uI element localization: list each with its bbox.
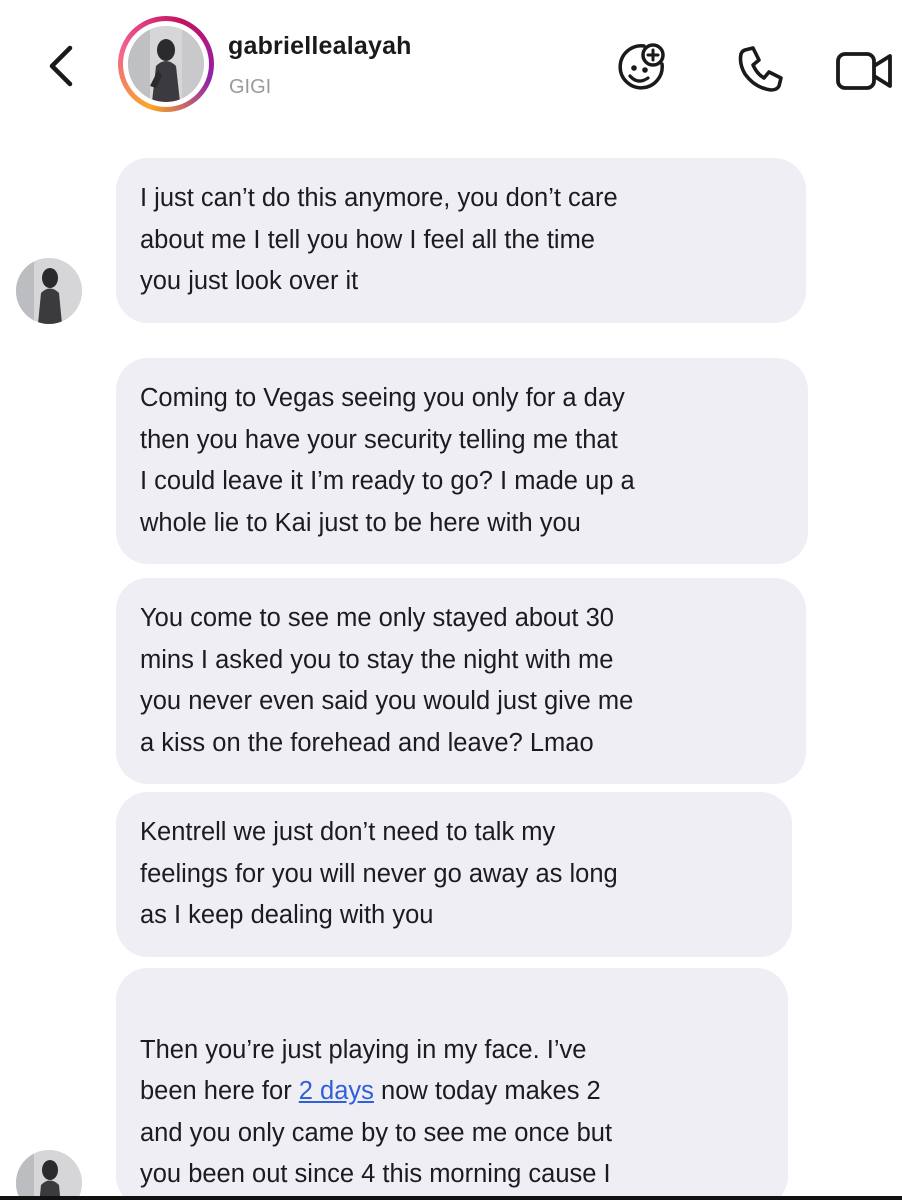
contact-username[interactable]: gabriellealayah [228, 32, 412, 61]
chat-header: gabriellealayah GIGI [0, 0, 902, 130]
message-bubble[interactable]: Then you’re just playing in my face. I’v… [116, 968, 788, 1196]
voice-call-button[interactable] [733, 42, 787, 96]
profile-avatar-story-ring[interactable] [118, 16, 214, 112]
dm-thread-screen: gabriellealayah GIGI I just can’t do thi… [0, 0, 902, 1196]
message-bubble[interactable]: You come to see me only stayed about 30 … [116, 578, 806, 784]
sticker-button[interactable] [614, 40, 668, 94]
contact-display-name: GIGI [229, 76, 272, 98]
message-bubble[interactable]: Coming to Vegas seeing you only for a da… [116, 358, 808, 564]
message-link[interactable]: 2 days [299, 1077, 374, 1105]
avatar [128, 26, 204, 102]
bottom-divider [0, 1196, 902, 1200]
video-call-button[interactable] [834, 44, 896, 98]
message-thread[interactable]: I just can’t do this anymore, you don’t … [0, 130, 902, 1196]
sticker-add-icon [618, 43, 665, 90]
chevron-left-icon [49, 45, 73, 87]
back-button[interactable] [40, 38, 84, 94]
sender-avatar[interactable] [16, 258, 82, 324]
video-camera-icon [836, 52, 892, 90]
message-bubble[interactable]: I just can’t do this anymore, you don’t … [116, 158, 806, 323]
message-bubble[interactable]: Kentrell we just don’t need to talk my f… [116, 792, 792, 957]
sender-avatar[interactable] [16, 1150, 82, 1196]
phone-icon [738, 46, 783, 92]
